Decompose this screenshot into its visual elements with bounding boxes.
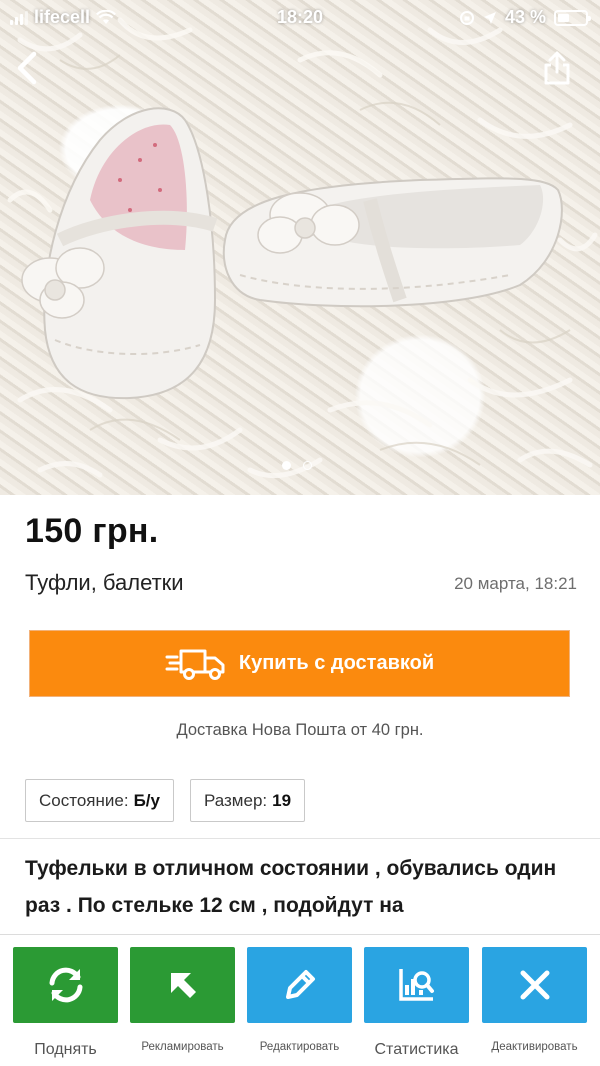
- promote-label: Рекламировать: [141, 1041, 224, 1053]
- status-bar: lifecell 18:20 43 %: [0, 0, 600, 36]
- delivery-truck-icon: [165, 649, 225, 680]
- arrow-up-left-icon: [170, 973, 196, 998]
- deactivate-action[interactable]: Деактивировать: [482, 947, 587, 1057]
- edit-label: Редактировать: [259, 1041, 340, 1053]
- title-row: Туфли, балетки 20 марта, 18:21: [25, 570, 577, 600]
- delivery-note: Доставка Нова Пошта от 40 грн.: [176, 721, 424, 739]
- pencil-icon: [285, 970, 315, 999]
- deactivate-label: Деактивировать: [491, 1041, 578, 1053]
- listing-price: 150 грн.: [25, 512, 159, 550]
- param-value: Б/у: [133, 790, 160, 810]
- buy-with-delivery-button[interactable]: Купить с доставкой: [27, 628, 572, 699]
- shoes-photo-illustration: [7, 17, 598, 479]
- battery-percent: 43 %: [504, 7, 546, 27]
- param-label: Состояние:: [39, 790, 129, 810]
- listing-photo[interactable]: lifecell 18:20 43 %: [0, 0, 600, 495]
- listing-title: Туфли, балетки: [25, 570, 184, 595]
- gallery-dot[interactable]: [282, 461, 291, 470]
- raise-label: Поднять: [34, 1041, 97, 1058]
- right-shoe: [222, 177, 563, 308]
- share-icon[interactable]: [542, 50, 572, 86]
- refresh-icon: [49, 967, 82, 1003]
- param-chip-condition[interactable]: Состояние: Б/у: [25, 779, 174, 822]
- edit-action[interactable]: Редактировать: [247, 947, 352, 1057]
- listing-date: 20 марта, 18:21: [454, 574, 577, 593]
- promote-action[interactable]: Рекламировать: [130, 947, 235, 1057]
- edit-button[interactable]: [247, 947, 352, 1023]
- promote-button[interactable]: [130, 947, 235, 1023]
- location-arrow-icon: [483, 11, 496, 24]
- orientation-lock-icon: [459, 10, 474, 25]
- close-icon: [520, 970, 549, 1000]
- listing-params: Состояние: Б/у Размер: 19: [25, 779, 306, 822]
- stats-action[interactable]: Статистика: [364, 947, 469, 1058]
- param-chip-size[interactable]: Размер: 19: [189, 779, 306, 822]
- listing-description: Туфельки в отличном состоянии , обувалис…: [25, 857, 557, 917]
- bottom-toolbar: Поднять Рекламировать Редактировать Стат…: [0, 934, 600, 1066]
- raise-button[interactable]: [13, 947, 118, 1023]
- param-value: 19: [272, 790, 292, 810]
- raise-action[interactable]: Поднять: [13, 947, 118, 1058]
- gallery-pagination[interactable]: [282, 461, 312, 470]
- stats-button[interactable]: [364, 947, 469, 1023]
- back-arrow-icon[interactable]: [10, 48, 46, 88]
- divider: [0, 838, 600, 839]
- param-label: Размер:: [203, 790, 268, 810]
- left-shoe: [21, 107, 218, 400]
- stats-icon: [398, 969, 434, 1001]
- buy-button-label: Купить с доставкой: [238, 652, 435, 674]
- deactivate-button[interactable]: [482, 947, 587, 1023]
- stats-label: Статистика: [374, 1041, 459, 1058]
- battery-icon: [554, 9, 591, 26]
- gallery-dot[interactable]: [303, 461, 312, 470]
